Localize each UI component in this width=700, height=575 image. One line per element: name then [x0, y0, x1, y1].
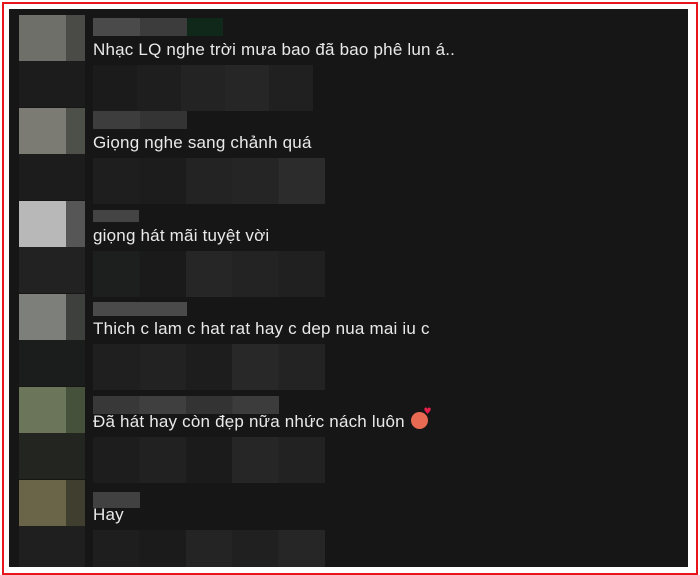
- avatar[interactable]: [19, 480, 85, 567]
- comment-text: Giọng nghe sang chảnh quá: [93, 133, 312, 152]
- comment-meta-blurred: [93, 530, 325, 567]
- comment-text: Hay: [93, 505, 124, 524]
- comment-item: Giọng nghe sang chảnh quá: [19, 108, 679, 204]
- comment-meta-blurred: [93, 437, 325, 483]
- comment-text: giọng hát mãi tuyệt vời: [93, 226, 270, 245]
- comment-item: Nhạc LQ nghe trời mưa bao đã bao phê lun…: [19, 15, 679, 111]
- comment-text: Đã hát hay còn đẹp nữa nhức nách luôn: [93, 407, 432, 432]
- comment-meta-blurred: [93, 158, 325, 204]
- comment-item: Đã hát hay còn đẹp nữa nhức nách luôn: [19, 387, 679, 483]
- avatar[interactable]: [19, 108, 85, 200]
- comment-text: Thich c lam c hat rat hay c dep nua mai …: [93, 319, 430, 338]
- avatar[interactable]: [19, 294, 85, 386]
- username-blurred[interactable]: [93, 210, 139, 222]
- comment-text: Nhạc LQ nghe trời mưa bao đã bao phê lun…: [93, 40, 456, 59]
- avatar[interactable]: [19, 15, 85, 107]
- comment-meta-blurred: [93, 344, 325, 390]
- comments-panel: Nhạc LQ nghe trời mưa bao đã bao phê lun…: [9, 9, 688, 567]
- smiling-face-with-hearts-icon: [410, 407, 432, 429]
- comment-meta-blurred: [93, 251, 325, 297]
- comment-item: Thich c lam c hat rat hay c dep nua mai …: [19, 294, 679, 390]
- username-blurred[interactable]: [93, 18, 187, 36]
- comment-item: giọng hát mãi tuyệt vời: [19, 201, 679, 297]
- avatar[interactable]: [19, 387, 85, 479]
- avatar[interactable]: [19, 201, 85, 293]
- comment-item: Hay: [19, 480, 679, 567]
- username-blurred[interactable]: [93, 111, 187, 129]
- username-blurred[interactable]: [93, 302, 187, 316]
- comment-meta-blurred: [93, 65, 313, 111]
